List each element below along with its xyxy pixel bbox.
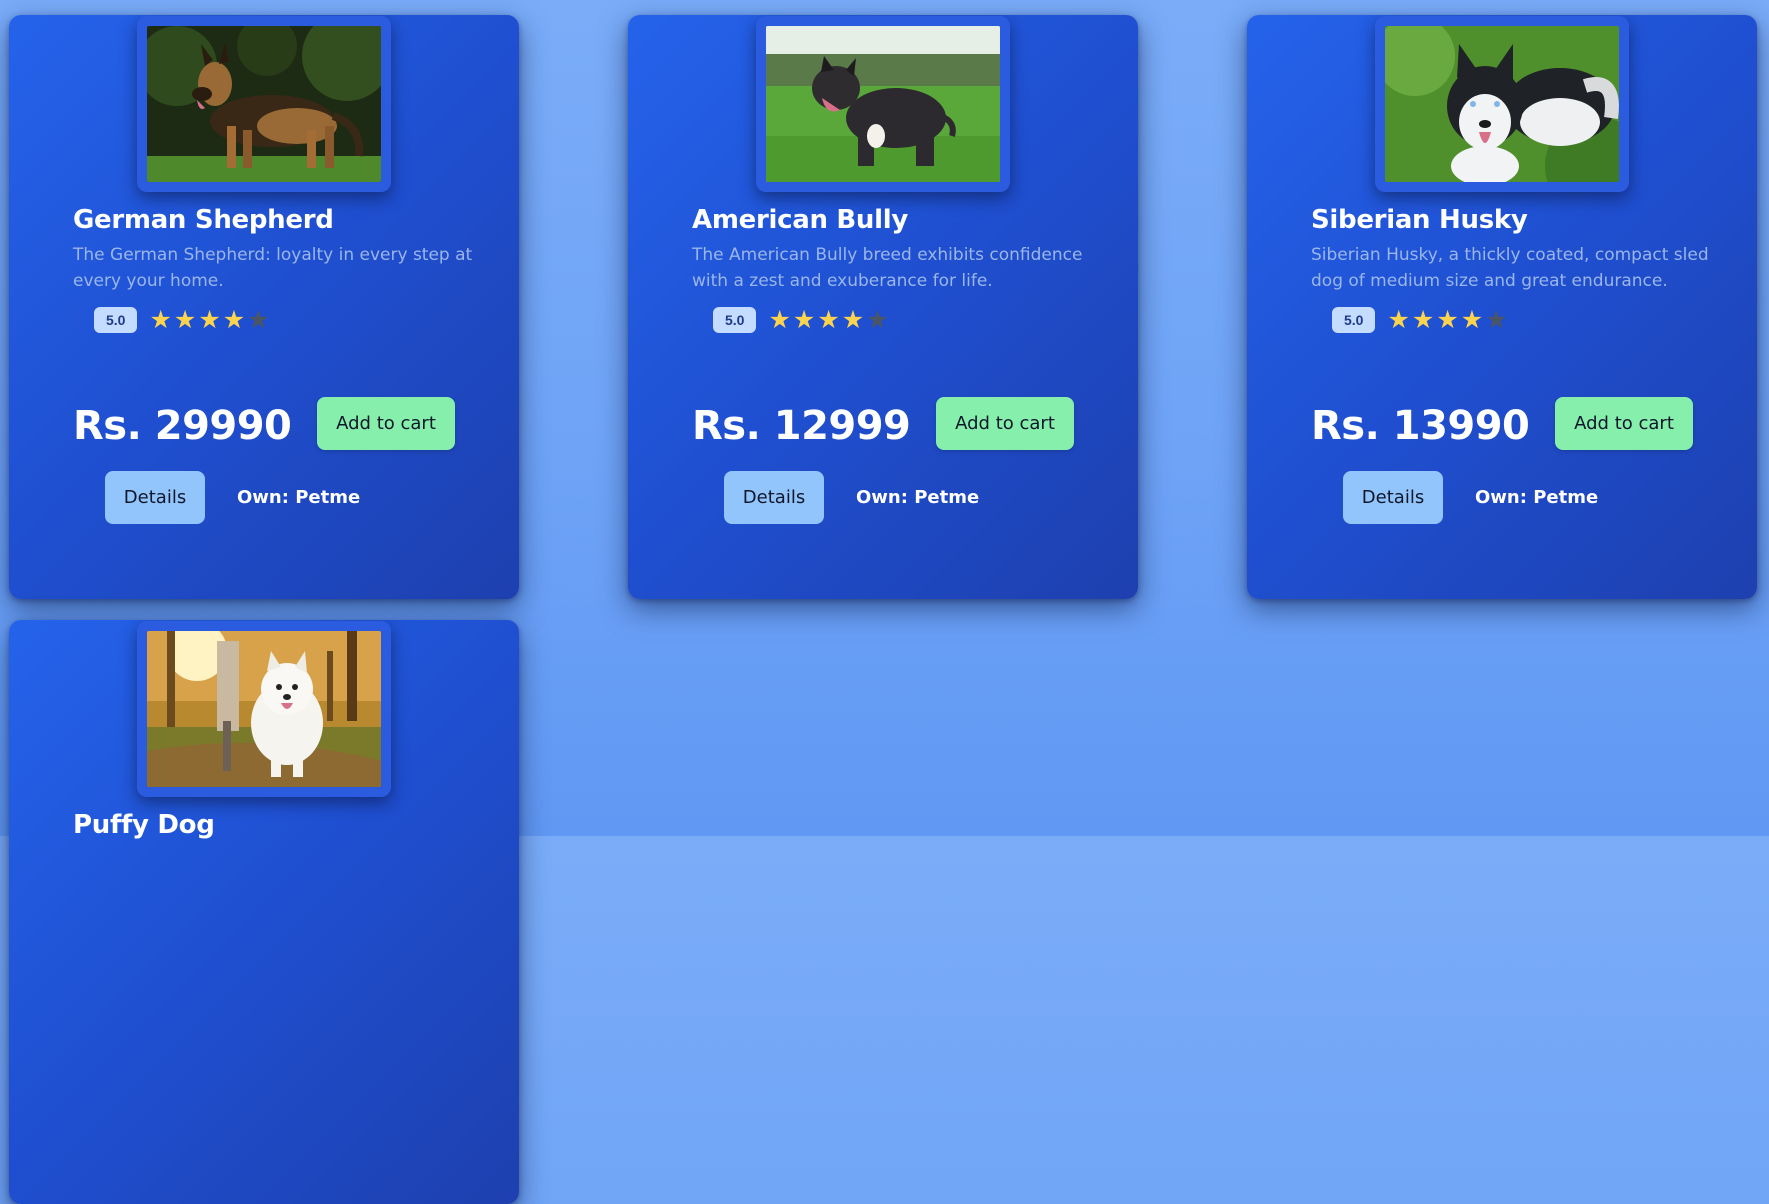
owner-label: Own: Petme <box>856 487 980 508</box>
rating-row: 5.0 ★ ★ ★ ★ ★ <box>94 306 272 334</box>
star-rating: ★ ★ ★ ★ ★ <box>768 306 890 334</box>
add-to-cart-button[interactable]: Add to cart <box>936 397 1074 450</box>
star-icon: ★ <box>1387 306 1410 334</box>
star-icon: ★ <box>768 306 791 334</box>
siberian-husky-photo <box>1385 26 1619 182</box>
product-price: Rs. 12999 <box>692 403 911 449</box>
american-bully-photo <box>766 26 1000 182</box>
star-empty-icon: ★ <box>1485 306 1508 334</box>
product-description: Siberian Husky, a thickly coated, compac… <box>1311 245 1709 291</box>
star-empty-icon: ★ <box>247 306 270 334</box>
puffy-dog-photo <box>147 631 381 787</box>
star-icon: ★ <box>198 306 221 334</box>
product-image-frame <box>137 621 391 797</box>
star-icon: ★ <box>173 306 197 334</box>
owner-label: Own: Petme <box>237 487 361 508</box>
star-icon: ★ <box>149 306 172 334</box>
rating-row: 5.0 ★ ★ ★ ★ ★ <box>1332 306 1510 334</box>
rating-badge: 5.0 <box>94 307 138 333</box>
product-card: German Shepherd The German Shepherd: loy… <box>9 15 519 599</box>
star-rating: ★ ★ ★ ★ ★ <box>149 306 271 334</box>
star-rating: ★ ★ ★ ★ ★ <box>1387 306 1509 334</box>
star-icon: ★ <box>841 306 865 334</box>
rating-badge: 5.0 <box>1332 307 1376 333</box>
star-empty-icon: ★ <box>866 306 889 334</box>
product-name: German Shepherd <box>73 205 334 235</box>
star-icon: ★ <box>1436 306 1459 334</box>
product-card: Siberian Husky Siberian Husky, a thickly… <box>1247 15 1757 599</box>
product-price: Rs. 29990 <box>73 403 292 449</box>
product-grid: German Shepherd The German Shepherd: loy… <box>0 0 1769 1204</box>
product-name: Siberian Husky <box>1311 205 1528 235</box>
details-button[interactable]: Details <box>724 471 824 524</box>
german-shepherd-photo <box>147 26 381 182</box>
details-button[interactable]: Details <box>105 471 205 524</box>
product-name: American Bully <box>692 205 909 235</box>
star-icon: ★ <box>817 306 840 334</box>
product-card: Puffy Dog <box>9 620 519 1204</box>
add-to-cart-button[interactable]: Add to cart <box>1555 397 1693 450</box>
owner-label: Own: Petme <box>1475 487 1599 508</box>
product-image-frame <box>137 16 391 192</box>
product-card: American Bully The American Bully breed … <box>628 15 1138 599</box>
product-price: Rs. 13990 <box>1311 403 1530 449</box>
star-icon: ★ <box>222 306 246 334</box>
rating-row: 5.0 ★ ★ ★ ★ ★ <box>713 306 891 334</box>
details-button[interactable]: Details <box>1343 471 1443 524</box>
rating-badge: 5.0 <box>713 307 757 333</box>
add-to-cart-button[interactable]: Add to cart <box>317 397 455 450</box>
star-icon: ★ <box>1411 306 1435 334</box>
star-icon: ★ <box>792 306 816 334</box>
product-image-frame <box>756 16 1010 192</box>
product-description: The German Shepherd: loyalty in every st… <box>73 245 473 291</box>
product-image-frame <box>1375 16 1629 192</box>
star-icon: ★ <box>1460 306 1484 334</box>
product-description: The American Bully breed exhibits confid… <box>692 245 1083 291</box>
